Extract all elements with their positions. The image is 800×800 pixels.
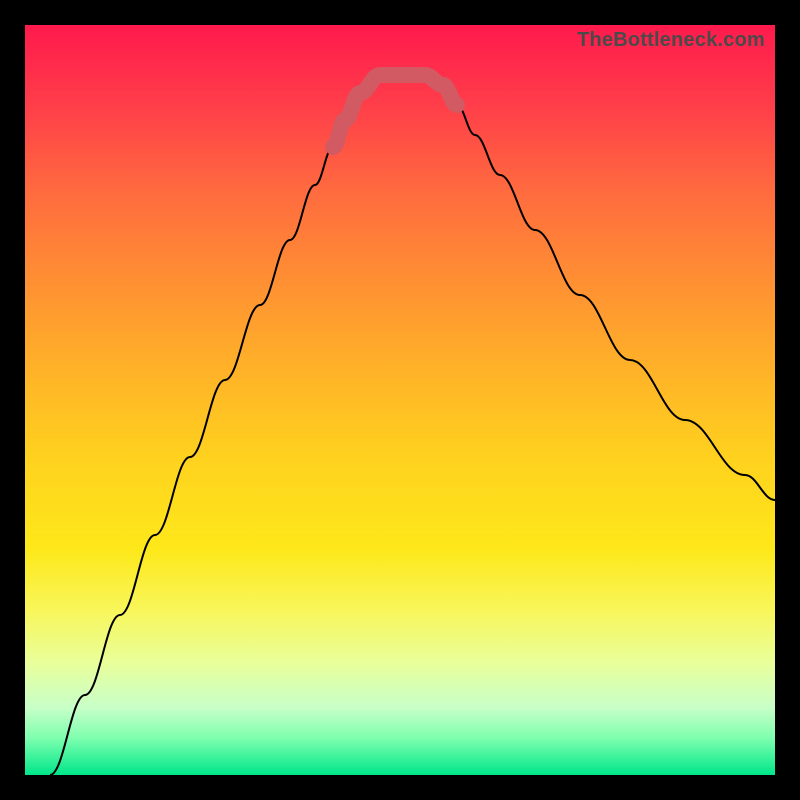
- chart-svg: [25, 25, 775, 775]
- bottleneck-curve: [50, 75, 775, 775]
- chart-area: TheBottleneck.com: [25, 25, 775, 775]
- bottleneck-marker: [333, 75, 457, 147]
